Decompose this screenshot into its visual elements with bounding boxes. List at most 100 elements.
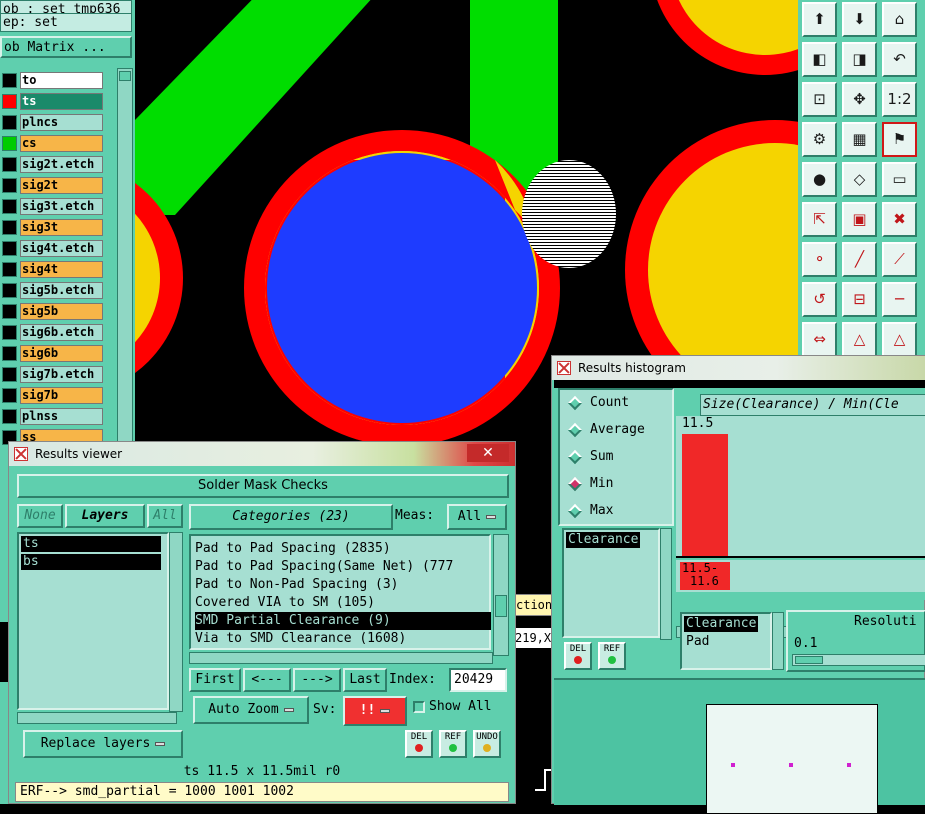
- layer-row[interactable]: sig2t: [0, 177, 104, 194]
- layer-name[interactable]: plncs: [20, 114, 103, 131]
- layer-row[interactable]: sig3t: [0, 219, 104, 236]
- layer-name[interactable]: sig3t: [20, 219, 103, 236]
- layer-name[interactable]: ts: [20, 93, 103, 110]
- move-left-icon[interactable]: ◧: [802, 42, 837, 77]
- layer-color-swatch[interactable]: [2, 325, 17, 340]
- show-all-checkbox[interactable]: [413, 701, 425, 713]
- undo-move-icon[interactable]: ↶: [882, 42, 917, 77]
- last-button[interactable]: Last: [343, 668, 387, 692]
- resolution-slider[interactable]: [792, 654, 925, 666]
- layer-list-item[interactable]: ts: [21, 536, 161, 552]
- layer-color-swatch[interactable]: [2, 115, 17, 130]
- layer-color-swatch[interactable]: [2, 73, 17, 88]
- category-item[interactable]: Pad to Pad Spacing(Same Net) (777: [195, 558, 491, 576]
- layer-name[interactable]: sig7b: [20, 387, 103, 404]
- triangle-outline-icon[interactable]: △: [882, 322, 917, 357]
- layers-toggle-icon[interactable]: ⚑: [882, 122, 917, 157]
- auto-zoom-dropdown[interactable]: Auto Zoom: [193, 696, 309, 724]
- all-button[interactable]: All: [147, 504, 183, 528]
- pad-snap-icon[interactable]: ⊟: [842, 282, 877, 317]
- layers-list-scrollbar[interactable]: [169, 532, 183, 712]
- categories-hscrollbar[interactable]: [189, 652, 493, 664]
- layer-name[interactable]: sig5b: [20, 303, 103, 320]
- mode-radio[interactable]: Min: [566, 473, 613, 495]
- layer-color-swatch[interactable]: [2, 367, 17, 382]
- first-button[interactable]: First: [189, 668, 241, 692]
- layer-color-swatch[interactable]: [2, 241, 17, 256]
- measure-icon[interactable]: ⇔: [802, 322, 837, 357]
- replace-layers-dropdown[interactable]: Replace layers: [23, 730, 183, 758]
- mode-radio[interactable]: Count: [566, 392, 629, 414]
- layer-color-swatch[interactable]: [2, 136, 17, 151]
- layer-color-swatch[interactable]: [2, 304, 17, 319]
- layer-color-swatch[interactable]: [2, 388, 17, 403]
- arc-icon[interactable]: ↺: [802, 282, 837, 317]
- layer-list-item[interactable]: bs: [21, 554, 161, 570]
- ref-button[interactable]: REF: [439, 730, 467, 758]
- polygon-icon[interactable]: ◇: [842, 162, 877, 197]
- layer-name[interactable]: sig4t: [20, 261, 103, 278]
- close-icon[interactable]: ✕: [467, 444, 509, 462]
- category-item[interactable]: Pad to Pad Spacing (2835): [195, 540, 491, 558]
- snap-icon[interactable]: ⇱: [802, 202, 837, 237]
- job-matrix-button[interactable]: ob Matrix ...: [0, 36, 132, 58]
- layer-color-swatch[interactable]: [2, 157, 17, 172]
- undo-button[interactable]: UNDO: [473, 730, 501, 758]
- line-angle-icon[interactable]: ⟋: [882, 242, 917, 277]
- results-viewer-titlebar[interactable]: Results viewer ✕: [9, 442, 515, 466]
- fit-icon[interactable]: ⊡: [802, 82, 837, 117]
- layer-row[interactable]: sig3t.etch: [0, 198, 104, 215]
- layer-color-swatch[interactable]: [2, 220, 17, 235]
- layer-name[interactable]: sig3t.etch: [20, 198, 103, 215]
- type-item[interactable]: Clearance: [684, 616, 759, 632]
- categories-scrollbar[interactable]: [493, 534, 509, 656]
- category-item[interactable]: Via to SMD Clearance (1608): [195, 630, 491, 648]
- index-input[interactable]: 20429: [449, 668, 507, 692]
- move-pad-icon[interactable]: ▣: [842, 202, 877, 237]
- triangle-icon[interactable]: △: [842, 322, 877, 357]
- layer-color-swatch[interactable]: [2, 178, 17, 193]
- hist-ref-button[interactable]: REF: [598, 642, 626, 670]
- measure-scrollbar[interactable]: [660, 528, 672, 640]
- next-button[interactable]: --->: [293, 668, 341, 692]
- zoom-center-icon[interactable]: ✥: [842, 82, 877, 117]
- move-down-icon[interactable]: ⬇: [842, 2, 877, 37]
- layers-hscrollbar[interactable]: [17, 712, 177, 724]
- layer-row[interactable]: sig5b.etch: [0, 282, 104, 299]
- layer-row[interactable]: sig4t: [0, 261, 104, 278]
- layer-name[interactable]: sig5b.etch: [20, 282, 103, 299]
- previous-button[interactable]: <---: [243, 668, 291, 692]
- grid-icon[interactable]: ▦: [842, 122, 877, 157]
- layer-row[interactable]: sig7b: [0, 387, 104, 404]
- layer-row[interactable]: sig4t.etch: [0, 240, 104, 257]
- mode-radio[interactable]: Sum: [566, 446, 613, 468]
- connect-icon[interactable]: ⚬: [802, 242, 837, 277]
- layer-color-swatch[interactable]: [2, 346, 17, 361]
- layer-color-swatch[interactable]: [2, 409, 17, 424]
- layer-color-swatch[interactable]: [2, 283, 17, 298]
- measure-item[interactable]: Clearance: [566, 532, 641, 548]
- layer-name[interactable]: sig4t.etch: [20, 240, 103, 257]
- layer-color-swatch[interactable]: [2, 94, 17, 109]
- layer-name[interactable]: sig2t: [20, 177, 103, 194]
- bin-label[interactable]: 11.5- 11.6: [680, 562, 730, 590]
- layer-row[interactable]: sig6b.etch: [0, 324, 104, 341]
- layer-row[interactable]: cs: [0, 135, 104, 152]
- scale-1-2-icon[interactable]: 1:2: [882, 82, 917, 117]
- cut-line-icon[interactable]: ─: [882, 282, 917, 317]
- layer-name[interactable]: sig2t.etch: [20, 156, 103, 173]
- layer-row[interactable]: sig5b: [0, 303, 104, 320]
- layer-name[interactable]: sig6b: [20, 345, 103, 362]
- hist-del-button[interactable]: DEL: [564, 642, 592, 670]
- none-button[interactable]: None: [17, 504, 63, 528]
- layer-name[interactable]: sig6b.etch: [20, 324, 103, 341]
- histogram-titlebar[interactable]: Results histogram: [552, 356, 925, 380]
- layer-list-scrollbar[interactable]: [117, 68, 133, 448]
- home-icon[interactable]: ⌂: [882, 2, 917, 37]
- meas-dropdown[interactable]: All: [447, 504, 507, 530]
- type-item[interactable]: Pad: [684, 634, 711, 650]
- layer-name[interactable]: plnss: [20, 408, 103, 425]
- layer-row[interactable]: to: [0, 72, 104, 89]
- histogram-bar[interactable]: [682, 434, 728, 556]
- layer-row[interactable]: sig7b.etch: [0, 366, 104, 383]
